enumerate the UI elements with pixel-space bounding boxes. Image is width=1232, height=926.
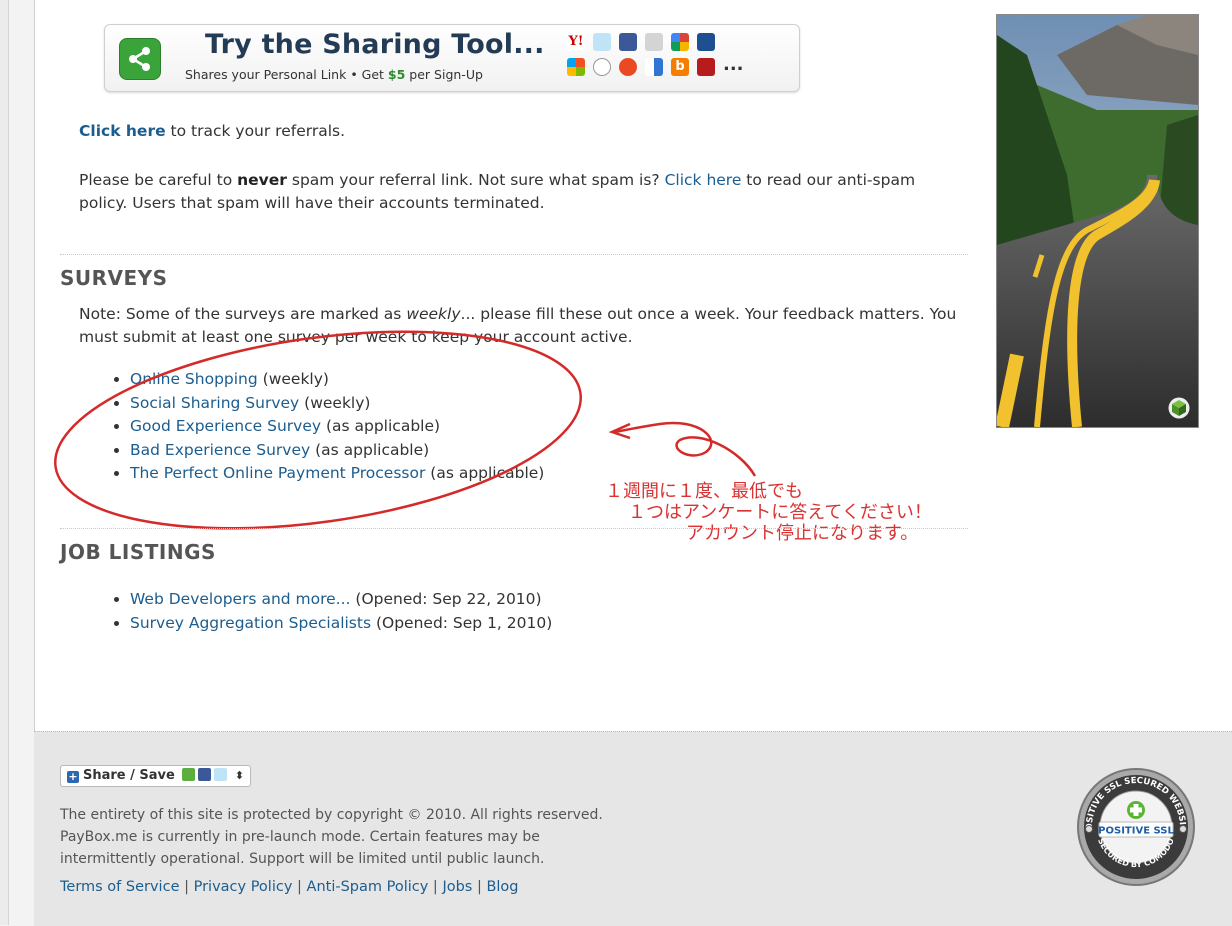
- window-left-edge: [0, 0, 9, 925]
- delicious-icon: [645, 33, 663, 51]
- copyright-line-3: intermittently operational. Support will…: [60, 851, 545, 867]
- seal-mid-text: POSITIVE SSL: [1098, 826, 1174, 837]
- more-services[interactable]: ...: [723, 56, 744, 74]
- survey-tag: (weekly): [299, 393, 371, 412]
- track-referrals-label: to track your referrals.: [165, 122, 346, 140]
- copyright-text: The entirety of this site is protected b…: [60, 804, 603, 870]
- plus-icon: +: [67, 770, 79, 783]
- copyright-line-2: PayBox.me is currently in pre-launch mod…: [60, 829, 540, 845]
- link-separator: |: [472, 879, 487, 895]
- link-separator: |: [428, 879, 443, 895]
- jobs-link[interactable]: Jobs: [442, 879, 472, 895]
- list-item: The Perfect Online Payment Processor (as…: [130, 462, 544, 486]
- privacy-policy-link[interactable]: Privacy Policy: [194, 879, 293, 895]
- job-listings-heading: JOB LISTINGS: [60, 540, 216, 564]
- share-icon: [119, 38, 161, 80]
- spam-mid: spam your referral link. Not sure what s…: [286, 171, 665, 189]
- annotation-line-3: アカウント停止になります。: [686, 523, 919, 544]
- road-photo-image: [997, 15, 1198, 427]
- stumbleupon-icon: [619, 58, 637, 76]
- link-separator: |: [179, 879, 194, 895]
- job-opened: (Opened: Sep 22, 2010): [350, 590, 542, 608]
- spam-bold: never: [237, 171, 287, 189]
- cube-icon[interactable]: [1168, 397, 1190, 419]
- myspace-icon: [697, 33, 715, 51]
- blog-link[interactable]: Blog: [486, 879, 518, 895]
- reddit-icon: [593, 58, 611, 76]
- list-item: Online Shopping (weekly): [130, 368, 544, 392]
- digg-icon: [697, 58, 715, 76]
- banner-subtitle-pre: Shares your Personal Link • Get: [185, 67, 388, 82]
- footer-links: Terms of Service | Privacy Policy | Anti…: [60, 879, 519, 895]
- survey-tag: (as applicable): [321, 417, 441, 435]
- surveys-note: Note: Some of the surveys are marked as …: [79, 303, 979, 349]
- survey-link[interactable]: The Perfect Online Payment Processor: [130, 464, 425, 482]
- section-divider: [60, 528, 968, 529]
- surveys-note-em: weekly: [406, 305, 461, 323]
- google-icon: [671, 33, 689, 51]
- spam-pre: Please be careful to: [79, 171, 238, 189]
- banner-subtitle: Shares your Personal Link • Get $5 per S…: [185, 67, 483, 82]
- facebook-icon: [619, 33, 637, 51]
- survey-tag: (as applicable): [310, 440, 430, 459]
- surveys-note-pre: Note: Some of the surveys are marked as: [79, 305, 407, 323]
- facebook-icon: [198, 768, 212, 781]
- windows-live-icon: [567, 58, 585, 76]
- survey-link[interactable]: Social Sharing Survey: [130, 394, 299, 412]
- list-item: Bad Experience Survey (as applicable): [130, 439, 544, 463]
- share-green-icon: [182, 768, 196, 781]
- banner-title: Try the Sharing Tool...: [205, 29, 545, 60]
- annotation-line-1: １週間に１度、最低でも: [605, 481, 803, 502]
- banner-subtitle-post: per Sign-Up: [405, 67, 483, 82]
- job-opened: (Opened: Sep 1, 2010): [371, 613, 553, 632]
- annotation-line-2: １つはアンケートに答えてください！: [628, 502, 932, 523]
- job-link[interactable]: Web Developers and more...: [130, 590, 350, 608]
- job-link[interactable]: Survey Aggregation Specialists: [130, 614, 371, 632]
- link-separator: |: [292, 879, 307, 895]
- footer: + Share / Save ⬍ The entirety of this sit…: [34, 731, 1232, 926]
- section-divider: [60, 254, 968, 255]
- blogger-icon: b: [671, 58, 689, 76]
- twitter-icon: [593, 33, 611, 51]
- list-item: Good Experience Survey (as applicable): [130, 415, 544, 439]
- list-item: Web Developers and more... (Opened: Sep …: [130, 588, 552, 612]
- track-referrals-text: Click here to track your referrals.: [79, 120, 345, 143]
- survey-tag: (as applicable): [425, 464, 545, 482]
- share-save-button[interactable]: + Share / Save ⬍: [60, 765, 252, 787]
- delicious-squares-icon: [645, 58, 663, 76]
- survey-list: Online Shopping (weekly) Social Sharing …: [106, 368, 544, 486]
- positive-ssl-seal[interactable]: POSITIVE SSL SECURED WEBSITE SECURED BY …: [1075, 766, 1197, 888]
- twitter-icon: [214, 768, 228, 781]
- copyright-line-1: The entirety of this site is protected b…: [60, 807, 603, 823]
- yahoo-icon: Y!: [567, 33, 585, 51]
- surveys-heading: SURVEYS: [60, 266, 168, 290]
- terms-of-service-link[interactable]: Terms of Service: [60, 879, 179, 895]
- list-item: Survey Aggregation Specialists (Opened: …: [130, 612, 552, 636]
- service-icons: Y! b...: [567, 33, 787, 83]
- survey-link[interactable]: Bad Experience Survey: [130, 441, 310, 459]
- survey-link[interactable]: Good Experience Survey: [130, 417, 321, 435]
- spam-warning: Please be careful to never spam your ref…: [79, 169, 959, 215]
- anti-spam-policy-link[interactable]: Click here: [665, 171, 742, 189]
- banner-subtitle-money: $5: [387, 67, 406, 82]
- job-list: Web Developers and more... (Opened: Sep …: [106, 588, 552, 635]
- survey-link[interactable]: Online Shopping: [130, 370, 258, 388]
- anti-spam-policy-footer-link[interactable]: Anti-Spam Policy: [307, 879, 429, 895]
- road-photo-ad[interactable]: [996, 14, 1199, 428]
- list-item: Social Sharing Survey (weekly): [130, 392, 544, 416]
- chevron-updown-icon: ⬍: [234, 769, 245, 782]
- sharing-tool-banner[interactable]: Try the Sharing Tool... Shares your Pers…: [104, 24, 800, 92]
- survey-tag: (weekly): [257, 370, 329, 388]
- share-save-label: Share / Save: [83, 768, 175, 783]
- track-referrals-link[interactable]: Click here: [79, 122, 166, 140]
